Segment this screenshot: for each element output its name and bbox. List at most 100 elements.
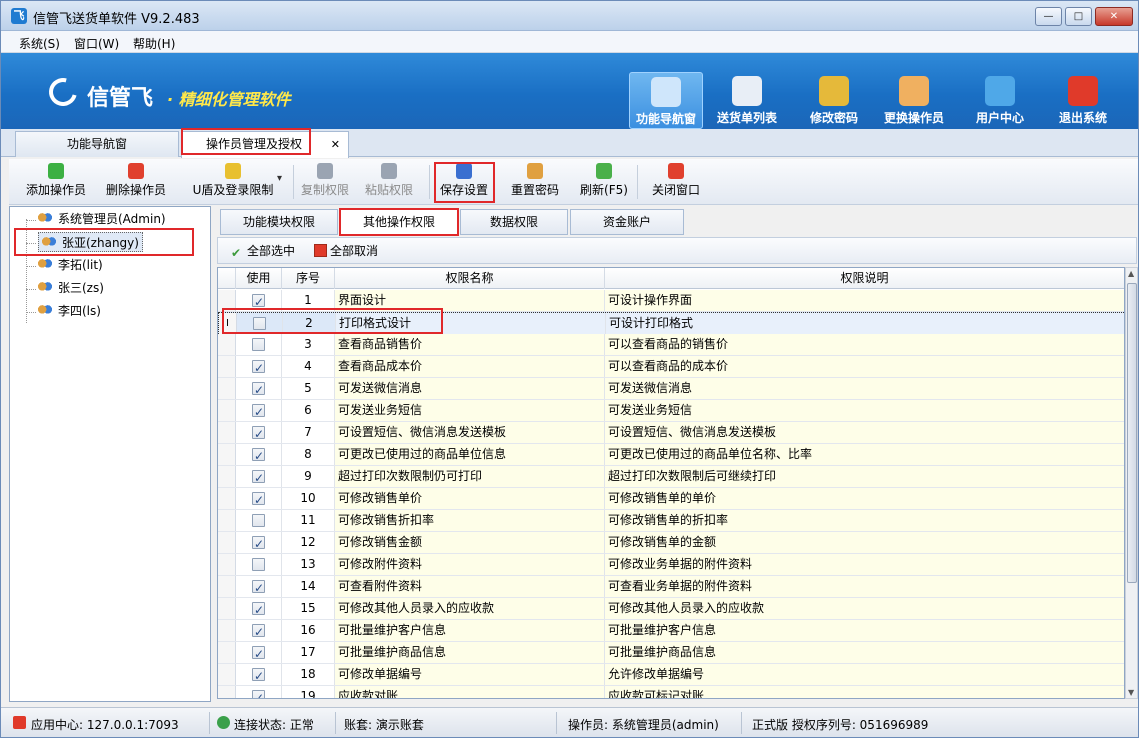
use-checkbox[interactable] <box>252 338 265 351</box>
use-checkbox[interactable] <box>252 644 265 665</box>
use-checkbox[interactable] <box>252 578 265 599</box>
permission-name[interactable]: 可修改销售单价 <box>335 488 605 509</box>
permission-name[interactable]: 可查看附件资料 <box>335 576 605 597</box>
use-checkbox[interactable] <box>252 688 265 698</box>
scroll-up-icon[interactable]: ▲ <box>1128 269 1134 278</box>
use-checkbox[interactable] <box>252 600 265 621</box>
dropdown-arrow-icon[interactable]: ▾ <box>277 173 282 184</box>
paste-permissions-button[interactable]: 粘贴权限 <box>361 161 417 203</box>
menu-window[interactable]: 窗口(W) <box>74 35 119 52</box>
delete-operator-button[interactable]: 删除操作员 <box>101 161 171 203</box>
save-settings-button[interactable]: 保存设置 <box>435 161 493 203</box>
permission-name[interactable]: 应收款对账 <box>335 686 605 698</box>
tab-data-permissions[interactable]: 数据权限 <box>460 209 568 235</box>
tree-item-operator[interactable]: 李四(ls) <box>38 301 101 321</box>
table-row[interactable]: 17可批量维护商品信息可批量维护商品信息 <box>218 642 1124 665</box>
permission-name[interactable]: 可设置短信、微信消息发送模板 <box>335 422 605 443</box>
nav-switch-operator-button[interactable]: 更换操作员 <box>877 72 951 129</box>
ukey-login-limit-button[interactable]: U盾及登录限制 <box>181 161 285 203</box>
tab-navigation[interactable]: 功能导航窗 <box>15 131 179 157</box>
table-row[interactable]: 15可修改其他人员录入的应收款可修改其他人员录入的应收款 <box>218 598 1124 621</box>
menu-system[interactable]: 系统(S) <box>19 35 60 52</box>
vertical-scrollbar[interactable]: ▲ ▼ <box>1125 267 1138 699</box>
close-window-button[interactable]: 关闭窗口 <box>643 161 709 203</box>
use-checkbox[interactable] <box>252 468 265 489</box>
nav-delivery-list-button[interactable]: 送货单列表 <box>710 72 784 129</box>
tab-operator-management[interactable]: 操作员管理及授权 ✕ <box>181 131 349 158</box>
table-row[interactable]: 13 可修改附件资料 可修改业务单据的附件资料 <box>218 554 1124 576</box>
use-checkbox[interactable] <box>252 666 265 687</box>
permission-name[interactable]: 可修改销售金额 <box>335 532 605 553</box>
nav-exit-system-button[interactable]: 退出系统 <box>1046 72 1120 129</box>
tree-item-operator[interactable]: 张亚(zhangy) <box>38 232 143 252</box>
nav-function-navigator-button[interactable]: 功能导航窗 <box>629 72 703 129</box>
tab-module-permissions[interactable]: 功能模块权限 <box>220 209 338 235</box>
table-row[interactable]: I 2 打印格式设计 可设计打印格式 <box>218 312 1124 334</box>
table-row[interactable]: 9超过打印次数限制仍可打印超过打印次数限制后可继续打印 <box>218 466 1124 489</box>
table-row[interactable]: 12可修改销售金额可修改销售单的金额 <box>218 532 1124 555</box>
table-row[interactable]: 8可更改已使用过的商品单位信息可更改已使用过的商品单位名称、比率 <box>218 444 1124 467</box>
close-window-button[interactable]: ✕ <box>1095 7 1133 26</box>
table-row[interactable]: 18可修改单据编号允许修改单据编号 <box>218 664 1124 687</box>
table-row[interactable]: 5可发送微信消息可发送微信消息 <box>218 378 1124 401</box>
table-row[interactable]: 11 可修改销售折扣率 可修改销售单的折扣率 <box>218 510 1124 532</box>
close-tab-icon[interactable]: ✕ <box>331 132 340 157</box>
minimize-button[interactable]: — <box>1035 7 1062 26</box>
tree-item-operator[interactable]: 张三(zs) <box>38 278 104 298</box>
menu-help[interactable]: 帮助(H) <box>133 35 175 52</box>
use-checkbox[interactable] <box>252 622 265 643</box>
table-row[interactable]: 6可发送业务短信可发送业务短信 <box>218 400 1124 423</box>
permission-name[interactable]: 可修改其他人员录入的应收款 <box>335 598 605 619</box>
header-use[interactable]: 使用 <box>236 268 282 289</box>
table-row[interactable]: 16可批量维护客户信息可批量维护客户信息 <box>218 620 1124 643</box>
deselect-all-button[interactable]: 全部取消 <box>314 242 378 259</box>
use-checkbox[interactable] <box>252 514 265 527</box>
refresh-button[interactable]: 刷新(F5) <box>577 161 631 203</box>
use-checkbox[interactable] <box>253 317 266 330</box>
use-checkbox[interactable] <box>252 490 265 511</box>
nav-user-center-button[interactable]: 用户中心 <box>963 72 1037 129</box>
tree-item-operator[interactable]: 系统管理员(Admin) <box>38 209 166 229</box>
reset-password-button[interactable]: 重置密码 <box>505 161 565 203</box>
tab-other-permissions[interactable]: 其他操作权限 <box>340 209 458 235</box>
table-row[interactable]: 19应收款对账应收款可标记对账 <box>218 686 1124 698</box>
use-checkbox[interactable] <box>252 292 265 313</box>
tree-item-operator[interactable]: 李拓(lit) <box>38 255 103 275</box>
header-name[interactable]: 权限名称 <box>335 268 605 289</box>
permission-name[interactable]: 可批量维护客户信息 <box>335 620 605 641</box>
use-checkbox[interactable] <box>252 424 265 445</box>
use-checkbox[interactable] <box>252 380 265 401</box>
permission-name[interactable]: 可修改单据编号 <box>335 664 605 685</box>
use-checkbox[interactable] <box>252 446 265 467</box>
permission-name[interactable]: 可修改附件资料 <box>335 554 605 575</box>
permission-name[interactable]: 界面设计 <box>335 290 605 311</box>
nav-change-password-button[interactable]: 修改密码 <box>797 72 871 129</box>
header-no[interactable]: 序号 <box>282 268 335 289</box>
permission-name[interactable]: 超过打印次数限制仍可打印 <box>335 466 605 487</box>
permission-name[interactable]: 可修改销售折扣率 <box>335 510 605 531</box>
permission-name[interactable]: 打印格式设计 <box>336 313 606 334</box>
add-operator-button[interactable]: 添加操作员 <box>25 161 87 203</box>
permission-name[interactable]: 可批量维护商品信息 <box>335 642 605 663</box>
use-checkbox[interactable] <box>252 358 265 379</box>
use-checkbox[interactable] <box>252 558 265 571</box>
use-checkbox[interactable] <box>252 534 265 555</box>
table-row[interactable]: 3 查看商品销售价 可以查看商品的销售价 <box>218 334 1124 356</box>
permission-name[interactable]: 可发送业务短信 <box>335 400 605 421</box>
maximize-button[interactable]: □ <box>1065 7 1092 26</box>
permission-name[interactable]: 查看商品销售价 <box>335 334 605 355</box>
tab-fund-accounts[interactable]: 资金账户 <box>570 209 684 235</box>
table-row[interactable]: 4查看商品成本价可以查看商品的成本价 <box>218 356 1124 379</box>
scroll-thumb[interactable] <box>1127 283 1137 583</box>
permission-name[interactable]: 可更改已使用过的商品单位信息 <box>335 444 605 465</box>
header-desc[interactable]: 权限说明 <box>605 268 1124 289</box>
table-row[interactable]: 14可查看附件资料可查看业务单据的附件资料 <box>218 576 1124 599</box>
table-row[interactable]: 10可修改销售单价可修改销售单的单价 <box>218 488 1124 511</box>
permission-name[interactable]: 查看商品成本价 <box>335 356 605 377</box>
table-row[interactable]: 7可设置短信、微信消息发送模板可设置短信、微信消息发送模板 <box>218 422 1124 445</box>
scroll-down-icon[interactable]: ▼ <box>1128 688 1134 697</box>
table-row[interactable]: 1界面设计可设计操作界面 <box>218 290 1124 313</box>
select-all-button[interactable]: ✔ 全部选中 <box>231 242 295 260</box>
copy-permissions-button[interactable]: 复制权限 <box>299 161 351 203</box>
permission-name[interactable]: 可发送微信消息 <box>335 378 605 399</box>
